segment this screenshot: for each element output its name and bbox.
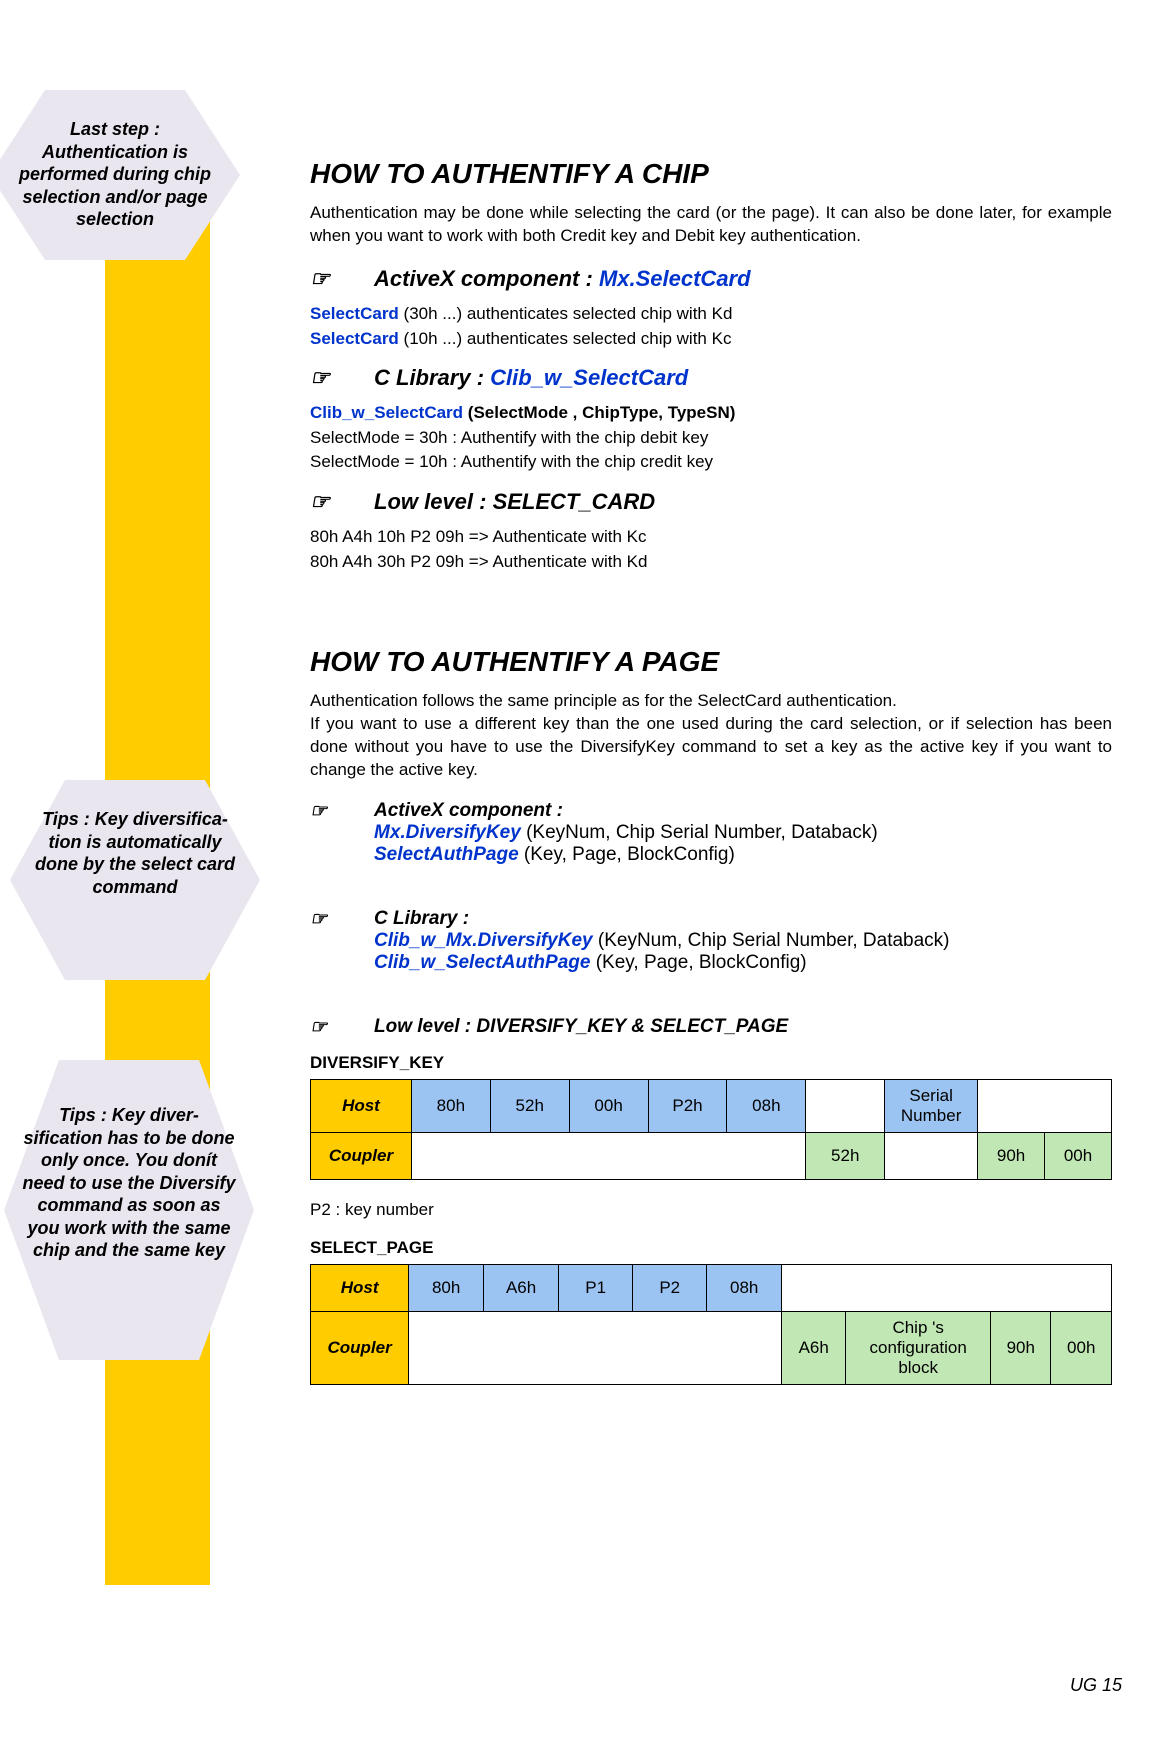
diversify-key-title: DIVERSIFY_KEY [310,1053,1112,1073]
section2-title: HOW TO AUTHENTIFY A PAGE [310,646,1112,678]
clib-diversifykey: Clib_w_Mx.DiversifyKey [374,930,593,951]
callout-text: Last step : Authentication is performed … [0,90,240,259]
pointer-icon: ☞ [310,266,340,292]
mx-diversifykey: Mx.DiversifyKey [374,822,521,843]
callout-text: Tips : Key diver-sification has to be do… [4,1060,254,1290]
pointer-icon: ☞ [310,489,340,515]
sub-label: ActiveX component : [374,266,593,291]
host-label: Host [311,1080,412,1133]
selectcard-kd-kc: SelectCard (30h ...) authenticates selec… [310,302,1112,351]
section1-title: HOW TO AUTHENTIFY A CHIP [310,158,1112,190]
p2-note: P2 : key number [310,1200,1112,1220]
pointer-icon: ☞ [310,365,340,391]
pointer-icon: ☞ [310,1016,340,1039]
sub-label: ActiveX component : [374,800,878,822]
sub-label: Low level : SELECT_CARD [374,489,655,515]
selectauthpage: SelectAuthPage [374,844,519,865]
diversify-key-table: Host 80h 52h 00h P2h 08h Serial Number C… [310,1079,1112,1180]
pointer-icon: ☞ [310,800,340,866]
sub-lowlevel-page: ☞ Low level : DIVERSIFY_KEY & SELECT_PAG… [310,1016,1112,1039]
select-page-title: SELECT_PAGE [310,1238,1112,1258]
footer-page: UG 15 [1070,1675,1122,1696]
callout-tips-auto: Tips : Key diversifica-tion is automatic… [10,780,260,980]
clib-sig: Clib_w_SelectCard [310,403,463,422]
table-row-host: Host 80h 52h 00h P2h 08h Serial Number [311,1080,1112,1133]
table-row-coupler: Coupler A6h Chip 's configuration block … [311,1312,1112,1385]
sub-activex-page: ☞ ActiveX component : Mx.DiversifyKey (K… [310,800,1112,866]
lowlevel-lines: 80h A4h 10h P2 09h => Authenticate with … [310,525,1112,574]
clib-selectauthpage: Clib_w_SelectAuthPage [374,952,590,973]
callout-text: Tips : Key diversifica-tion is automatic… [10,780,260,926]
sub-clib-chip: ☞ C Library : Clib_w_SelectCard [310,365,1112,391]
coupler-label: Coupler [311,1312,409,1385]
pointer-icon: ☞ [310,908,340,974]
selectcard-cmd: SelectCard [310,329,399,348]
main-content: HOW TO AUTHENTIFY A CHIP Authentication … [310,130,1112,1405]
section2-intro: Authentication follows the same principl… [310,690,1112,782]
sub-activex-chip: ☞ ActiveX component : Mx.SelectCard [310,266,1112,292]
table-row-host: Host 80h A6h P1 P2 08h [311,1265,1112,1312]
callout-tips-once: Tips : Key diver-sification has to be do… [4,1060,254,1360]
table-row-coupler: Coupler 52h 90h 00h [311,1133,1112,1180]
callout-last-step: Last step : Authentication is performed … [0,90,240,260]
coupler-label: Coupler [311,1133,412,1180]
footer-version: Version 1.0 [90,1673,196,1696]
sub-lowlevel-chip: ☞ Low level : SELECT_CARD [310,489,1112,515]
sub-label: C Library : [374,365,484,390]
section1-intro: Authentication may be done while selecti… [310,202,1112,248]
sub-label: Low level : DIVERSIFY_KEY & SELECT_PAGE [374,1016,788,1039]
sub-clib-page: ☞ C Library : Clib_w_Mx.DiversifyKey (Ke… [310,908,1112,974]
clib-lines: Clib_w_SelectCard (SelectMode , ChipType… [310,401,1112,475]
host-label: Host [311,1265,409,1312]
selectcard-cmd: SelectCard [310,304,399,323]
mx-selectcard: Mx.SelectCard [599,266,751,291]
sub-label: C Library : [374,908,950,930]
clib-selectcard: Clib_w_SelectCard [490,365,688,390]
select-page-table: Host 80h A6h P1 P2 08h Coupler A6h Chip … [310,1264,1112,1385]
